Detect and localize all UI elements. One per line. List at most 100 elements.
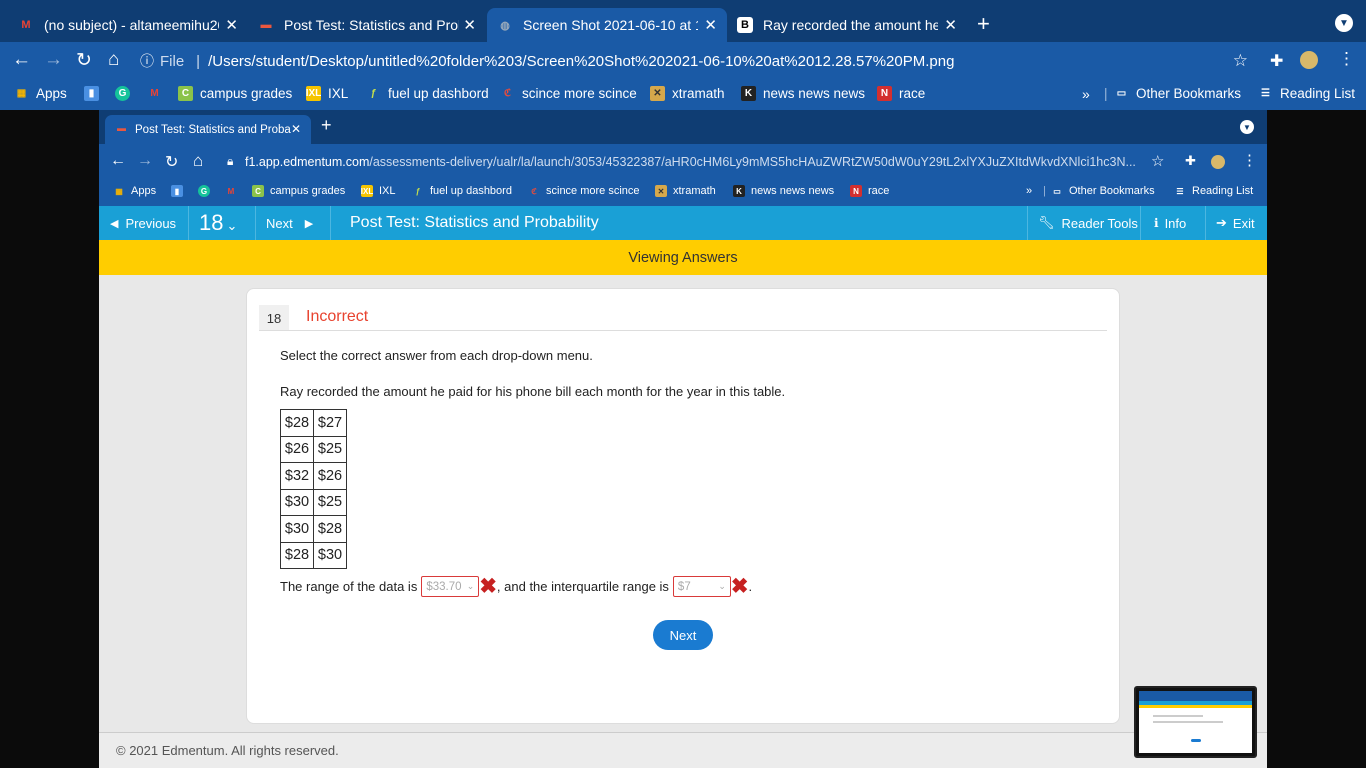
table-row: $32 $26 xyxy=(280,462,347,490)
reading-list[interactable]: ☰ Reading List xyxy=(1258,86,1355,101)
reader-tools-button[interactable]: 🔧︎ Reader Tools xyxy=(1027,206,1140,240)
profile-avatar[interactable] xyxy=(1211,155,1225,169)
next-question-button[interactable]: Next ▶ xyxy=(256,206,331,240)
home-icon[interactable]: ⌂ xyxy=(193,151,203,171)
outer-bookmarks-bar: ▦ Apps ▮ G M Ccampus grades IXL IXL ƒ fuel … xyxy=(0,80,1366,110)
tab-search-icon[interactable]: ▼ xyxy=(1240,120,1254,134)
bookmark-fuel-up[interactable]: ƒ fuel up dashbord xyxy=(412,185,512,197)
page-title: Post Test: Statistics and Probability xyxy=(350,214,599,231)
bookmark-xtramath[interactable]: ✕ xtramath xyxy=(650,86,725,101)
bookmark-ixl[interactable]: IXL IXL xyxy=(361,185,396,197)
bookmark-apps[interactable]: ▦ Apps xyxy=(113,185,156,197)
table-row: $28 $27 xyxy=(280,409,347,437)
tab-search-icon[interactable]: ▼ xyxy=(1335,14,1353,32)
back-arrow-icon[interactable]: ← xyxy=(110,152,126,170)
close-tab-icon[interactable]: ✕ xyxy=(291,122,301,136)
bookmark-unnamed-2[interactable]: G xyxy=(198,185,216,197)
answer-sentence: The range of the data is $33.70 ⌄ ✖ , and… xyxy=(280,575,753,598)
bookmark-campus-grades[interactable]: Ccampus grades xyxy=(252,185,345,197)
extensions-icon[interactable]: ✚ xyxy=(1270,51,1283,71)
inner-url-field[interactable]: f1.app.edmentum.com/assessments-delivery… xyxy=(245,155,1145,169)
bookmarks-overflow[interactable]: » xyxy=(1082,86,1090,102)
bookmark-xtramath[interactable]: ✕ xtramath xyxy=(655,185,716,197)
reading-list[interactable]: ☰ Reading List xyxy=(1174,185,1253,197)
close-tab-icon[interactable]: ✕ xyxy=(225,16,238,34)
grammarly-icon: G xyxy=(115,86,130,101)
reload-icon[interactable]: ↻ xyxy=(165,152,178,172)
phone-bill-table: $28 $27 $26 $25 $32 $26 $30 $25 $30 $28 $28 $30 xyxy=(280,409,347,569)
bookmark-unnamed-3[interactable]: M xyxy=(147,86,169,101)
bookmark-scince[interactable]: ℭscince more scince xyxy=(500,86,637,101)
other-bookmarks[interactable]: ▭ Other Bookmarks xyxy=(1051,185,1154,197)
extensions-icon[interactable]: ✚ xyxy=(1185,153,1196,169)
bookmark-unnamed-2[interactable]: G xyxy=(115,86,137,101)
table-cell: $30 xyxy=(313,541,347,569)
bookmark-fuel-up[interactable]: ƒ fuel up dashbord xyxy=(366,86,489,101)
apps-grid-icon: ▦ xyxy=(16,88,27,99)
science-icon: ℭ xyxy=(531,186,537,196)
menu-dots-icon[interactable]: ⋮ xyxy=(1338,49,1355,69)
bookmark-icon: ▮ xyxy=(84,86,99,101)
bookmark-unnamed-3[interactable]: M xyxy=(225,185,243,197)
bookmark-news[interactable]: Knews news news xyxy=(741,86,865,101)
outer-url-field[interactable]: ⓘ File | /Users/student/Desktop/untitled… xyxy=(140,46,1260,76)
range-dropdown[interactable]: $33.70 ⌄ xyxy=(421,576,480,597)
inner-tab-post-test[interactable]: ▬ Post Test: Statistics and Proba ✕ xyxy=(105,115,311,144)
outer-tab-brainly[interactable]: BRay recorded the amount he pa✕ xyxy=(727,8,967,42)
bookmark-news[interactable]: Knews news news xyxy=(733,185,834,197)
table-cell: $27 xyxy=(313,409,347,437)
bookmark-apps[interactable]: ▦ Apps xyxy=(14,86,67,101)
exit-button[interactable]: ➔ Exit xyxy=(1205,206,1267,240)
bookmarks-overflow[interactable]: » xyxy=(1026,185,1032,197)
forward-arrow-icon[interactable]: → xyxy=(44,49,63,71)
forward-arrow-icon[interactable]: → xyxy=(137,152,153,170)
bookmark-race[interactable]: Nrace xyxy=(877,86,925,101)
brainly-icon: B xyxy=(737,17,753,33)
close-tab-icon[interactable]: ✕ xyxy=(704,16,717,34)
new-tab-button[interactable]: + xyxy=(977,11,990,37)
table-cell: $28 xyxy=(280,541,314,569)
outer-tab-gmail[interactable]: M (no subject) - altameemihu202 ✕ xyxy=(8,8,248,42)
xtramath-icon: ✕ xyxy=(650,86,665,101)
fuel-icon: ƒ xyxy=(415,186,421,196)
table-row: $28 $30 xyxy=(280,541,347,569)
reload-icon[interactable]: ↻ xyxy=(76,49,92,72)
bookmark-star-icon[interactable]: ☆ xyxy=(1233,51,1248,71)
incorrect-x-icon: ✖ xyxy=(479,575,497,598)
table-cell: $26 xyxy=(313,462,347,490)
gmail-icon: M xyxy=(150,88,159,99)
arrow-left-circle-icon: ◀ xyxy=(110,217,119,230)
incorrect-x-icon: ✖ xyxy=(730,575,749,598)
new-tab-button[interactable]: + xyxy=(321,115,332,136)
menu-dots-icon[interactable]: ⋮ xyxy=(1242,151,1257,169)
info-button[interactable]: ℹ Info xyxy=(1140,206,1205,240)
bookmark-ixl[interactable]: IXL IXL xyxy=(306,86,348,101)
close-tab-icon[interactable]: ✕ xyxy=(944,16,957,34)
other-bookmarks[interactable]: ▭ Other Bookmarks xyxy=(1114,86,1241,101)
folder-icon: ▭ xyxy=(1116,88,1127,99)
iqr-dropdown[interactable]: $7 ⌄ xyxy=(672,576,731,597)
question-number-badge: 18 xyxy=(259,305,289,331)
profile-avatar[interactable] xyxy=(1300,51,1318,69)
sign-out-icon: ➔ xyxy=(1216,215,1227,230)
outer-tab-post-test[interactable]: ▬ Post Test: Statistics and Proba ✕ xyxy=(248,8,486,42)
previous-button[interactable]: ◀ Previous xyxy=(99,206,189,240)
science-icon: ℭ xyxy=(503,88,512,99)
edmentum-icon: ▬ xyxy=(117,123,126,133)
table-cell: $25 xyxy=(313,435,347,463)
bookmark-star-icon[interactable]: ☆ xyxy=(1151,152,1164,170)
back-arrow-icon[interactable]: ← xyxy=(12,49,31,71)
screenshot-thumbnail[interactable] xyxy=(1134,686,1257,758)
close-tab-icon[interactable]: ✕ xyxy=(463,16,476,34)
bookmark-campus-grades[interactable]: Ccampus grades xyxy=(178,86,292,101)
bookmark-unnamed-1[interactable]: ▮ xyxy=(84,86,106,101)
home-icon[interactable]: ⌂ xyxy=(108,49,119,71)
question-number-dropdown[interactable]: 18 ⌄ xyxy=(189,206,256,240)
outer-tab-screenshot[interactable]: ◍ Screen Shot 2021-06-10 at 12. ✕ xyxy=(487,8,727,42)
bookmark-unnamed-1[interactable]: ▮ xyxy=(171,185,189,197)
next-button[interactable]: Next xyxy=(653,620,713,650)
status-label: Incorrect xyxy=(306,308,369,325)
bookmark-scince[interactable]: ℭscince more scince xyxy=(528,185,639,197)
table-cell: $30 xyxy=(280,488,314,516)
bookmark-race[interactable]: Nrace xyxy=(850,185,889,197)
